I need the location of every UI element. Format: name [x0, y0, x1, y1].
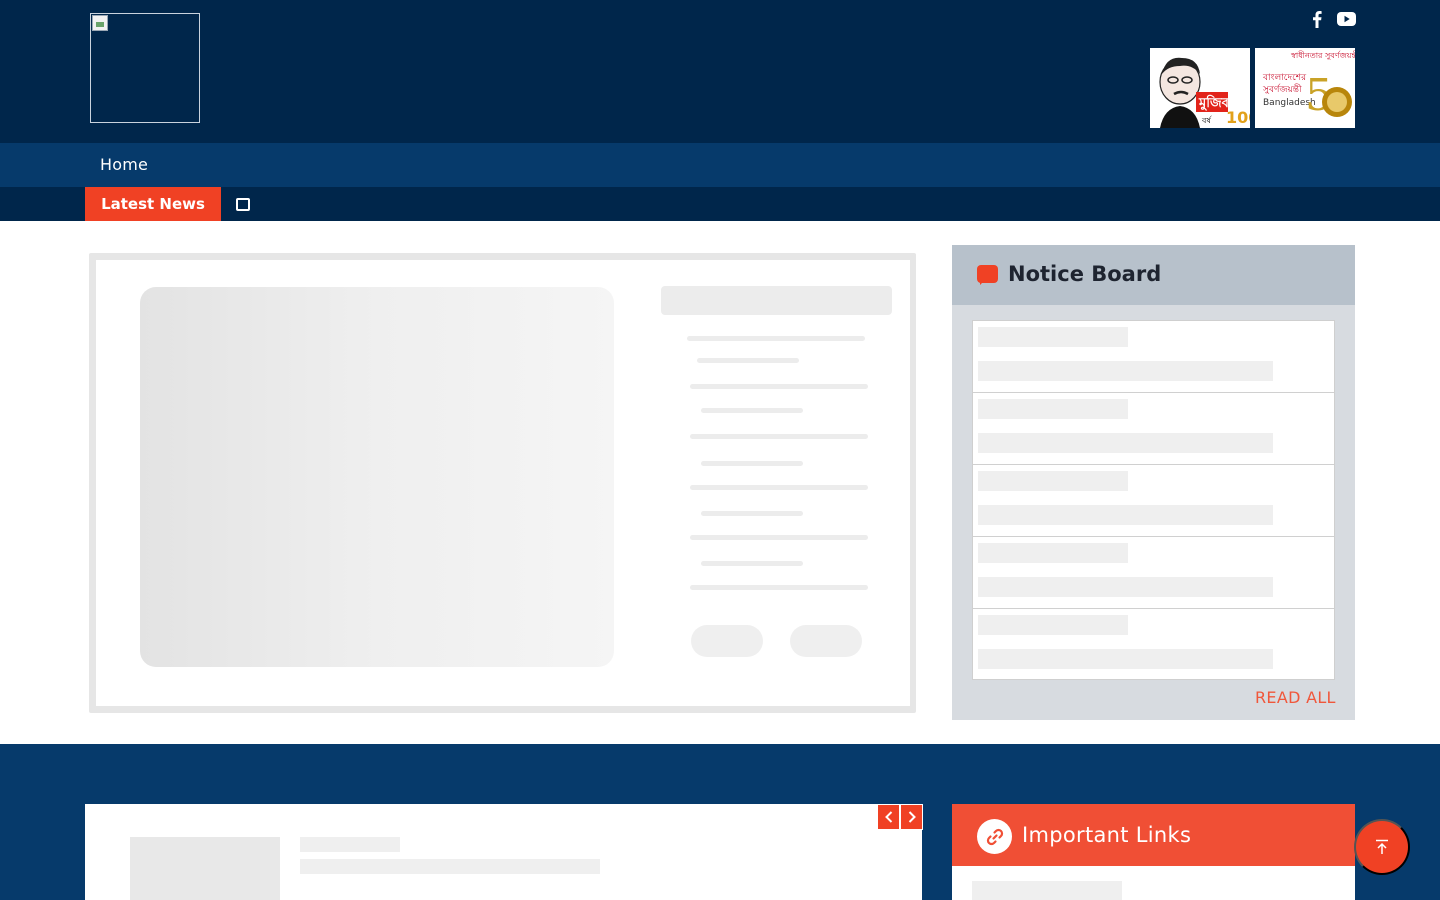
notice-item-skeleton[interactable]: [973, 537, 1334, 609]
news-text-skeleton: [300, 859, 600, 874]
mujib-100-badge[interactable]: মুজিব বর্ষ 100: [1150, 48, 1250, 128]
text-line-skeleton: [697, 358, 799, 363]
svg-text:স্বাধীনতার সুবর্ণজয়ন্তী: স্বাধীনতার সুবর্ণজয়ন্তী: [1290, 50, 1355, 60]
read-all-link[interactable]: READ ALL: [1255, 688, 1336, 707]
site-logo[interactable]: [90, 13, 200, 123]
facebook-icon[interactable]: [1310, 10, 1324, 28]
text-line-skeleton: [687, 336, 865, 341]
bangladesh-50-badge[interactable]: স্বাধীনতার সুবর্ণজয়ন্তী বাংলাদেশের সুবর…: [1255, 48, 1355, 128]
notice-item-skeleton[interactable]: [973, 393, 1334, 465]
notice-list: [972, 320, 1335, 680]
text-line-skeleton: [701, 511, 803, 516]
news-title-skeleton: [300, 837, 400, 852]
text-line-skeleton: [690, 434, 868, 439]
notice-item-skeleton[interactable]: [973, 609, 1334, 681]
svg-text:মুজিব: মুজিব: [1198, 94, 1230, 112]
slider-prev-button[interactable]: [877, 804, 900, 830]
nav-item-home[interactable]: Home: [100, 155, 148, 174]
notice-board-title: Notice Board: [1008, 262, 1162, 286]
notice-item-skeleton[interactable]: [973, 321, 1334, 393]
svg-text:সুবর্ণজয়ন্তী: সুবর্ণজয়ন্তী: [1262, 83, 1302, 95]
latest-news-ticker: Latest News: [0, 187, 1440, 221]
button-skeleton: [691, 625, 763, 657]
text-line-skeleton: [690, 485, 868, 490]
text-line-skeleton: [701, 408, 803, 413]
featured-title-skeleton: [661, 286, 892, 315]
youtube-icon[interactable]: [1336, 10, 1356, 28]
text-line-skeleton: [690, 535, 868, 540]
ticker-item-icon[interactable]: [236, 198, 250, 211]
back-to-top-button[interactable]: [1354, 819, 1410, 875]
link-item-skeleton: [972, 881, 1122, 900]
text-line-skeleton: [690, 585, 868, 590]
latest-news-label: Latest News: [85, 187, 221, 221]
chevron-left-icon: [884, 811, 892, 823]
text-line-skeleton: [701, 461, 803, 466]
chevron-right-icon: [908, 811, 916, 823]
chat-icon: [977, 265, 998, 285]
slider-next-button[interactable]: [900, 804, 923, 830]
news-image-skeleton: [130, 837, 280, 900]
button-skeleton: [790, 625, 862, 657]
link-icon: [977, 819, 1012, 854]
arrow-up-icon: [1376, 839, 1388, 854]
svg-text:বাংলাদেশের: বাংলাদেশের: [1262, 73, 1307, 83]
featured-image-skeleton: [140, 287, 614, 667]
important-links-title: Important Links: [1022, 823, 1192, 847]
main-nav: Home: [0, 143, 1440, 187]
svg-text:100: 100: [1226, 108, 1250, 127]
text-line-skeleton: [690, 384, 868, 389]
text-line-skeleton: [701, 561, 803, 566]
broken-image-icon: [92, 15, 108, 31]
notice-item-skeleton[interactable]: [973, 465, 1334, 537]
svg-text:বর্ষ: বর্ষ: [1201, 116, 1212, 125]
